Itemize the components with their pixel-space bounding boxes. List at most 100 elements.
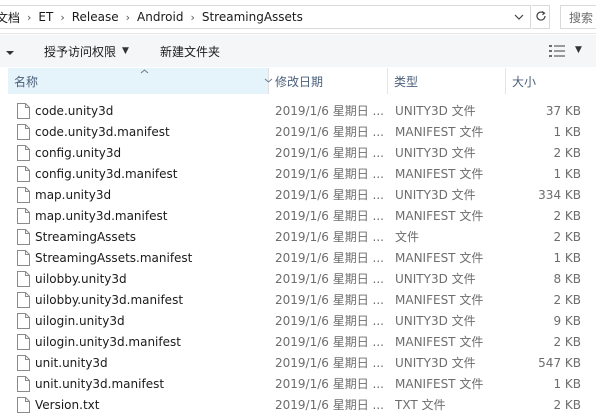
file-size: 9 KB: [553, 314, 581, 328]
file-size: 2 KB: [553, 335, 581, 349]
refresh-icon: [535, 10, 547, 25]
file-size: 1 KB: [553, 377, 581, 391]
file-icon: [17, 250, 30, 266]
file-date: 2019/1/6 星期日 ...: [275, 104, 384, 118]
file-icon: [17, 145, 30, 161]
breadcrumb-release[interactable]: Release: [68, 10, 123, 24]
file-row[interactable]: map.unity3d 2019/1/6 星期日 ... UNITY3D 文件 334…: [0, 185, 596, 206]
share-access-button[interactable]: 授予访问权限 ▼: [44, 35, 129, 67]
file-name: uilogin.unity3d: [35, 314, 125, 328]
column-date-label: 修改日期: [275, 74, 324, 89]
file-icon: [17, 355, 30, 371]
file-name: uilobby.unity3d: [35, 272, 127, 286]
breadcrumb-separator[interactable]: ›: [24, 11, 34, 24]
file-icon: [17, 166, 30, 182]
chevron-down-icon[interactable]: [512, 10, 526, 24]
breadcrumb-streamingassets[interactable]: StreamingAssets: [198, 10, 307, 24]
file-size: 2 KB: [553, 293, 581, 307]
file-name: config.unity3d.manifest: [35, 167, 178, 181]
file-size: 1 KB: [553, 125, 581, 139]
file-row[interactable]: unit.unity3d.manifest 2019/1/6 星期日 ... MAN…: [0, 374, 596, 395]
file-name: uilogin.unity3d.manifest: [35, 335, 181, 349]
sort-ascending-icon: [140, 67, 149, 77]
file-row[interactable]: code.unity3d 2019/1/6 星期日 ... UNITY3D 文件 37…: [0, 101, 596, 122]
file-name: StreamingAssets.manifest: [35, 251, 193, 265]
file-type: MANIFEST 文件: [395, 209, 484, 223]
new-folder-button[interactable]: 新建文件夹: [160, 35, 220, 67]
column-header-size[interactable]: 大小: [506, 68, 596, 94]
file-name: unit.unity3d.manifest: [35, 377, 165, 391]
file-date: 2019/1/6 星期日 ...: [275, 251, 384, 265]
file-name: map.unity3d.manifest: [35, 209, 168, 223]
search-input[interactable]: 搜索: [560, 5, 596, 29]
vertical-scrollbar[interactable]: [587, 94, 596, 417]
file-size: 334 KB: [538, 188, 581, 202]
file-icon: [17, 271, 30, 287]
file-type: TXT 文件: [395, 398, 446, 412]
file-date: 2019/1/6 星期日 ...: [275, 209, 384, 223]
file-size: 1 KB: [553, 251, 581, 265]
column-header-type[interactable]: 类型: [388, 68, 506, 94]
file-date: 2019/1/6 星期日 ...: [275, 146, 384, 160]
view-options-chevron-icon[interactable]: ▼: [575, 45, 582, 55]
file-type: UNITY3D 文件: [395, 146, 476, 160]
file-date: 2019/1/6 星期日 ...: [275, 230, 384, 244]
file-type: MANIFEST 文件: [395, 335, 484, 349]
column-size-label: 大小: [512, 74, 537, 89]
file-date: 2019/1/6 星期日 ...: [275, 272, 384, 286]
file-type: UNITY3D 文件: [395, 314, 476, 328]
file-icon: [17, 397, 30, 413]
file-size: 2 KB: [553, 209, 581, 223]
file-icon: [17, 376, 30, 392]
command-toolbar: 授予访问权限 ▼ 新建文件夹 ▼: [0, 35, 596, 67]
file-type: UNITY3D 文件: [395, 272, 476, 286]
file-icon: [17, 208, 30, 224]
file-size: 2 KB: [553, 230, 581, 244]
file-type: 文件: [395, 230, 420, 244]
file-row[interactable]: StreamingAssets.manifest 2019/1/6 星期日 ...…: [0, 248, 596, 269]
chevron-down-icon: ▼: [122, 46, 129, 56]
file-row[interactable]: StreamingAssets 2019/1/6 星期日 ... 文件 2 KB: [0, 227, 596, 248]
file-row[interactable]: config.unity3d.manifest 2019/1/6 星期日 ... M…: [0, 164, 596, 185]
file-row[interactable]: uilobby.unity3d.manifest 2019/1/6 星期日 ...…: [0, 290, 596, 311]
file-icon: [17, 187, 30, 203]
column-header-row: 名称 修改日期 类型 大小: [0, 68, 596, 94]
file-row[interactable]: uilobby.unity3d 2019/1/6 星期日 ... UNITY3D 文…: [0, 269, 596, 290]
collapse-arrow-icon[interactable]: [6, 46, 14, 60]
file-size: 547 KB: [538, 356, 581, 370]
file-row[interactable]: uilogin.unity3d.manifest 2019/1/6 星期日 ...…: [0, 332, 596, 353]
file-name: StreamingAssets: [35, 230, 137, 244]
file-name: code.unity3d: [35, 104, 114, 118]
breadcrumb-separator[interactable]: ›: [123, 11, 133, 24]
breadcrumb-separator[interactable]: ›: [187, 11, 197, 24]
file-date: 2019/1/6 星期日 ...: [275, 398, 384, 412]
file-name: code.unity3d.manifest: [35, 125, 170, 139]
breadcrumb-separator[interactable]: ›: [57, 11, 67, 24]
share-access-label: 授予访问权限: [44, 44, 117, 59]
file-row[interactable]: Version.txt 2019/1/6 星期日 ... TXT 文件 2 KB: [0, 395, 596, 416]
file-date: 2019/1/6 星期日 ...: [275, 314, 384, 328]
file-icon: [17, 229, 30, 245]
file-date: 2019/1/6 星期日 ...: [275, 167, 384, 181]
breadcrumb-documents[interactable]: 文档: [0, 9, 24, 26]
file-row[interactable]: unit.unity3d 2019/1/6 星期日 ... UNITY3D 文件 54…: [0, 353, 596, 374]
breadcrumb-android[interactable]: Android: [133, 10, 187, 24]
file-size: 8 KB: [553, 272, 581, 286]
file-date: 2019/1/6 星期日 ...: [275, 293, 384, 307]
file-date: 2019/1/6 星期日 ...: [275, 125, 384, 139]
column-header-name[interactable]: 名称: [8, 67, 273, 94]
file-type: UNITY3D 文件: [395, 356, 476, 370]
file-row[interactable]: uilogin.unity3d 2019/1/6 星期日 ... UNITY3D 文…: [0, 311, 596, 332]
file-size: 2 KB: [553, 146, 581, 160]
file-type: UNITY3D 文件: [395, 104, 476, 118]
column-header-date[interactable]: 修改日期: [269, 68, 388, 94]
column-name-label: 名称: [14, 74, 39, 89]
refresh-button[interactable]: [532, 5, 550, 29]
file-row[interactable]: map.unity3d.manifest 2019/1/6 星期日 ... MANI…: [0, 206, 596, 227]
file-row[interactable]: code.unity3d.manifest 2019/1/6 星期日 ... MAN…: [0, 122, 596, 143]
file-row[interactable]: config.unity3d 2019/1/6 星期日 ... UNITY3D 文件…: [0, 143, 596, 164]
details-view-icon[interactable]: [549, 45, 565, 57]
breadcrumb-et[interactable]: ET: [34, 10, 57, 24]
address-bar[interactable]: 文档 › ET › Release › Android › StreamingA…: [0, 5, 531, 29]
file-name: config.unity3d: [35, 146, 122, 160]
